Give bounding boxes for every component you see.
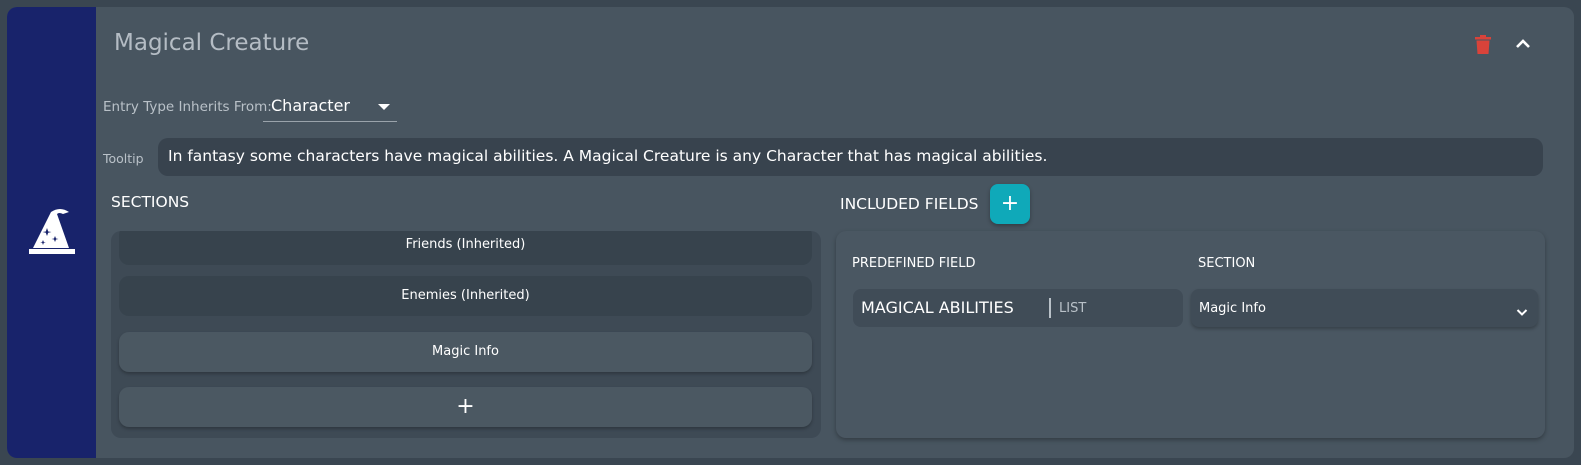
inherits-from-value: Character [271,96,350,115]
chevron-down-icon [1516,302,1528,321]
section-item-magic-info[interactable]: Magic Info [119,332,812,372]
entry-type-icon-strip [7,7,96,458]
field-type: LIST [1059,301,1087,316]
included-fields-table: PREDEFINED FIELD SECTION MAGICAL ABILITI… [836,231,1545,438]
field-divider [1049,298,1051,318]
tooltip-label: Tooltip [103,151,144,166]
included-fields-heading: INCLUDED FIELDS [840,195,979,213]
entry-type-card: Magical Creature Entry Type Inherits Fro… [7,7,1574,458]
chevron-up-icon[interactable] [1515,36,1531,55]
sections-heading: SECTIONS [111,193,190,211]
add-section-button[interactable]: + [119,387,812,427]
inherits-from-select[interactable]: Character [263,93,397,122]
caret-down-icon [378,104,390,110]
sections-list[interactable]: Friends (Inherited) Enemies (Inherited) … [111,231,821,438]
column-header-section: SECTION [1198,256,1256,271]
field-name: MAGICAL ABILITIES [861,298,1014,317]
field-section-select[interactable]: Magic Info [1191,289,1538,327]
field-section-value: Magic Info [1199,301,1266,316]
section-item-friends[interactable]: Friends (Inherited) [119,231,812,265]
column-header-predefined-field: PREDEFINED FIELD [852,256,976,271]
trash-icon[interactable] [1475,35,1491,58]
wizard-hat-icon [27,204,77,262]
entry-type-title[interactable]: Magical Creature [114,30,309,56]
inherits-from-label: Entry Type Inherits From: [103,99,272,115]
add-field-button[interactable]: + [990,184,1030,224]
tooltip-input[interactable]: In fantasy some characters have magical … [158,138,1543,176]
section-item-enemies[interactable]: Enemies (Inherited) [119,276,812,316]
field-chip[interactable]: MAGICAL ABILITIES LIST [853,289,1183,327]
